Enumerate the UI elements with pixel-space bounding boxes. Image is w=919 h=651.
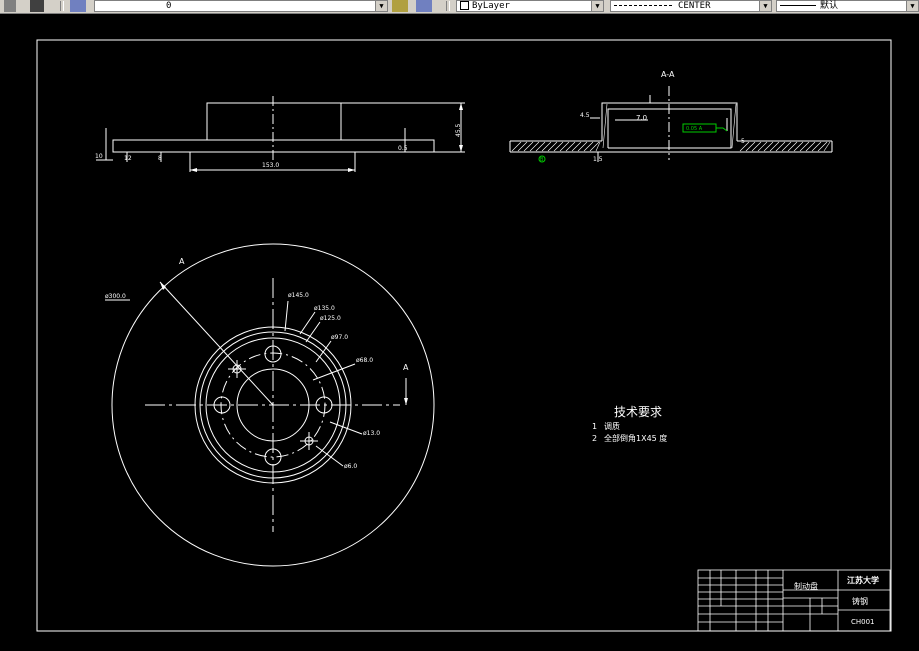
- outer-frame: [36, 39, 892, 632]
- tb-school: 江苏大学: [847, 575, 879, 585]
- section-cut-line: [159, 281, 274, 406]
- drawing-canvas[interactable]: 45.5 10 153.0 0.5 12 8 A-A 7.0 4.5 5 1.5…: [0, 14, 919, 651]
- dim-leader: [299, 311, 316, 335]
- hatch-line: [602, 103, 608, 149]
- layer-previous-icon[interactable]: [416, 0, 432, 12]
- section-dim-left: 4.5: [580, 112, 590, 119]
- layer-value: 0: [166, 1, 172, 11]
- dim-leader: [315, 445, 344, 467]
- dim-height-label: 45.5: [455, 123, 462, 137]
- layer-manager-icon[interactable]: [70, 0, 86, 12]
- dim-leader: [284, 300, 289, 332]
- tech-req-title: 技术要求: [614, 405, 662, 419]
- front-view: [105, 243, 435, 567]
- section-dim-thickness: 7.0: [636, 114, 647, 122]
- layer-combo[interactable]: 0 ▼: [94, 0, 388, 12]
- chevron-down-icon[interactable]: ▼: [375, 1, 387, 11]
- arrowhead: [459, 145, 463, 152]
- dim-leader: [305, 321, 321, 343]
- inner-frame: [36, 39, 892, 632]
- side-view: [96, 96, 465, 172]
- dim-leader: [315, 340, 332, 363]
- hatch-line: [731, 103, 737, 149]
- datum-text: B: [540, 157, 544, 163]
- lineweight-combo[interactable]: 默认 ▼: [776, 0, 919, 12]
- section-title: A-A: [661, 70, 675, 79]
- toolbar-icon-button[interactable]: [4, 0, 16, 12]
- dim-left-label: 10: [95, 153, 103, 160]
- layer-state-icons: [98, 1, 166, 11]
- arrowhead: [190, 168, 197, 172]
- color-combo[interactable]: ByLayer ▼: [456, 0, 604, 12]
- linetype-preview: [614, 5, 672, 6]
- dim-outer-label: ø300.0: [105, 293, 126, 300]
- chevron-down-icon[interactable]: ▼: [759, 1, 771, 11]
- color-value: ByLayer: [472, 1, 510, 11]
- arrowhead: [459, 103, 463, 110]
- dim-b-label: 12: [124, 155, 132, 162]
- section-dim-bottom: 1.5: [593, 156, 603, 163]
- tech-req-item1-text: 调质: [604, 421, 620, 431]
- toolbar-separator: [60, 1, 64, 11]
- dim-125-label: ø125.0: [320, 315, 341, 322]
- tolerance-leader: [716, 127, 728, 132]
- arrowheads: [160, 103, 463, 405]
- tb-material: 铸钢: [852, 596, 868, 606]
- hatch-line: [823, 141, 831, 152]
- hatching: [511, 103, 831, 152]
- hub-body: [206, 102, 342, 141]
- section-view: [509, 86, 833, 162]
- lineweight-preview: [780, 5, 816, 6]
- lineweight-value: 默认: [820, 1, 839, 11]
- toolbar-icon-button[interactable]: [30, 0, 44, 12]
- dim-small-label: 0.5: [398, 145, 408, 152]
- dim-c-label: 8: [158, 155, 162, 162]
- tb-drawing-no: CH001: [851, 618, 875, 626]
- properties-toolbar: 0 ▼ ByLayer ▼ CENTER ▼ 默认 ▼: [0, 0, 919, 14]
- chevron-down-icon[interactable]: ▼: [591, 1, 603, 11]
- chevron-down-icon[interactable]: ▼: [906, 1, 918, 11]
- arrowhead: [404, 398, 408, 405]
- section-dim-right: 5: [741, 138, 745, 145]
- dim-13-label: ø13.0: [363, 430, 380, 437]
- make-layer-current-icon[interactable]: [392, 0, 408, 12]
- toolbar-separator: [446, 1, 450, 11]
- linetype-combo[interactable]: CENTER ▼: [610, 0, 772, 12]
- color-swatch: [460, 1, 469, 10]
- dim-68-label: ø68.0: [356, 357, 373, 364]
- tech-req-item2-text: 全部倒角1X45 度: [604, 433, 667, 443]
- tb-part-name: 制动盘: [794, 581, 818, 591]
- dim-6-label: ø6.0: [344, 463, 357, 470]
- arrowhead: [348, 168, 355, 172]
- tolerance-text: 0.05 A: [686, 126, 703, 132]
- linetype-value: CENTER: [678, 1, 711, 11]
- dim-base-label: 153.0: [262, 162, 279, 169]
- dim-145-label: ø145.0: [288, 292, 309, 299]
- dim-97-label: ø97.0: [331, 334, 348, 341]
- cut-label-right: A: [403, 363, 409, 372]
- tech-req-item1-num: 1: [592, 422, 597, 431]
- cut-label-left: A: [179, 257, 185, 266]
- tech-req-item2-num: 2: [592, 434, 597, 443]
- dim-135-label: ø135.0: [314, 305, 335, 312]
